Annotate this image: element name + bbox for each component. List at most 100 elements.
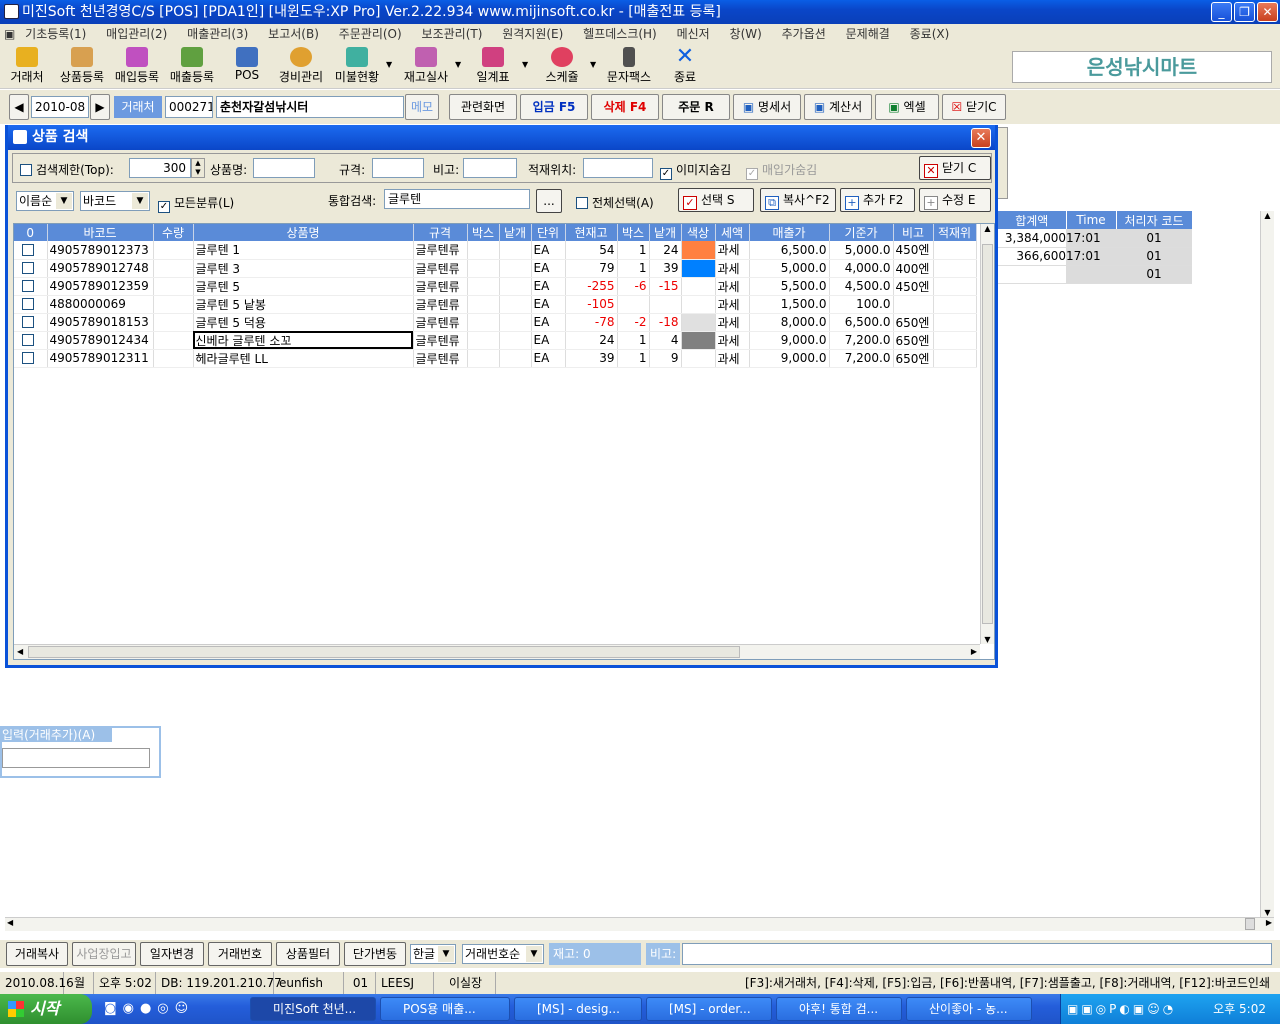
- order-button[interactable]: 주문 R: [662, 94, 730, 120]
- close-sheet-button[interactable]: ☒ 닫기C: [942, 94, 1006, 120]
- table-row[interactable]: 4905789018153 글루텐 5 덕용 글루텐류 EA -78 -2 -18 과세 8,0…: [14, 313, 977, 332]
- table-row[interactable]: 366,600 17:01 01: [998, 247, 1192, 266]
- copy-button[interactable]: ⧉ 복사^F2: [760, 188, 836, 212]
- scroll-down-icon[interactable]: ▼: [981, 635, 994, 644]
- toolbar-purchase[interactable]: 매입등록: [112, 47, 162, 85]
- start-button[interactable]: 시작: [0, 994, 92, 1024]
- table-row[interactable]: 4905789012748 글루텐 3 글루텐류 EA 79 1 39 과세 5,000.0 4,…: [14, 259, 977, 278]
- row-checkbox[interactable]: [14, 331, 48, 350]
- menu-sales[interactable]: 매출관리(3): [187, 24, 248, 45]
- task-ms-design[interactable]: [MS] - desig...: [514, 997, 642, 1021]
- col-header[interactable]: 비고: [893, 224, 934, 241]
- related-screen-button[interactable]: 관련화면: [449, 94, 517, 120]
- statement-button[interactable]: ▣ 명세서: [733, 94, 801, 120]
- chevron-down-icon[interactable]: ▼: [526, 946, 542, 962]
- branch-receive-button[interactable]: 사업장입고: [72, 942, 136, 966]
- col-header[interactable]: 0: [14, 224, 48, 241]
- table-row[interactable]: 3,384,000 17:01 01: [998, 229, 1192, 248]
- checkbox[interactable]: [576, 197, 588, 209]
- product-name-field[interactable]: [253, 158, 315, 178]
- barcode-select[interactable]: 바코드 ▼: [80, 191, 150, 211]
- col-header[interactable]: 적재위: [933, 224, 977, 241]
- search-limit-field[interactable]: 300: [129, 158, 191, 178]
- grid-vertical-scrollbar[interactable]: ▲ ▼: [980, 224, 994, 644]
- scroll-left-icon[interactable]: ◀: [17, 647, 23, 656]
- checkbox[interactable]: [22, 298, 35, 310]
- col-header[interactable]: 박스: [467, 224, 500, 241]
- table-row[interactable]: 4905789012434 신베라 글루텐 소꼬 글루텐류 EA 24 1 4 과세 9,000…: [14, 331, 977, 350]
- deposit-button[interactable]: 입금 F5: [520, 94, 588, 120]
- menu-purchase[interactable]: 매입관리(2): [106, 24, 167, 45]
- toolbar-inventory[interactable]: 재고실사: [400, 47, 452, 85]
- copy-transaction-button[interactable]: 거래복사: [6, 942, 68, 966]
- spec-field[interactable]: [372, 158, 424, 178]
- dialog-close-c-button[interactable]: ✕ 닫기 C: [919, 156, 991, 180]
- dialog-close-button[interactable]: ✕: [971, 128, 991, 148]
- all-category-checkbox[interactable]: 모든분류(L): [158, 194, 234, 213]
- close-button[interactable]: ✕: [1257, 2, 1278, 22]
- excel-button[interactable]: ▣ 엑셀: [875, 94, 939, 120]
- col-header[interactable]: 바코드: [47, 224, 154, 241]
- table-row[interactable]: 4880000069 글루텐 5 낱봉 글루텐류 EA -105 과세 1,500.0 100…: [14, 295, 977, 314]
- dropdown-arrow-icon[interactable]: ▼: [522, 60, 528, 69]
- transaction-no-button[interactable]: 거래번호: [208, 942, 272, 966]
- menu-troubleshoot[interactable]: 문제해결: [846, 24, 890, 45]
- product-filter-button[interactable]: 상품필터: [276, 942, 340, 966]
- quick-launch-icons[interactable]: ◙◉●◎☺: [104, 1001, 194, 1016]
- menu-remote[interactable]: 원격지원(E): [502, 24, 563, 45]
- col-header[interactable]: 낱개: [499, 224, 532, 241]
- note-field[interactable]: [463, 158, 517, 178]
- task-pos-sales[interactable]: POS용 매출...: [380, 997, 510, 1021]
- menu-options[interactable]: 추가옵션: [782, 24, 826, 45]
- price-change-button[interactable]: 단가변동: [344, 942, 406, 966]
- toolbar-product[interactable]: 상품등록: [56, 47, 108, 85]
- main-vertical-scrollbar[interactable]: ▲ ▼: [1260, 211, 1274, 917]
- grid-horizontal-scrollbar[interactable]: ◀ ▶: [14, 644, 980, 659]
- toolbar-daily[interactable]: 일계표: [472, 47, 514, 85]
- menu-helpdesk[interactable]: 헬프데스크(H): [583, 24, 657, 45]
- toolbar-unpaid[interactable]: 미불현황: [331, 47, 383, 85]
- row-checkbox[interactable]: [14, 259, 48, 278]
- menu-report[interactable]: 보고서(B): [268, 24, 319, 45]
- menu-messenger[interactable]: 메신저: [677, 24, 710, 45]
- toolbar-exit[interactable]: ✕ 종료: [670, 46, 700, 85]
- order-select[interactable]: 거래번호순 ▼: [462, 944, 544, 964]
- spinner-icon[interactable]: ▲ ▼: [191, 158, 205, 178]
- menu-order[interactable]: 주문관리(O): [339, 24, 402, 45]
- memo-button[interactable]: 메모: [405, 94, 439, 120]
- toolbar-expense[interactable]: 경비관리: [276, 47, 326, 85]
- table-row[interactable]: 01: [998, 265, 1192, 284]
- col-header[interactable]: 매출가: [749, 224, 830, 241]
- table-row[interactable]: 4905789012311 헤라글루텐 LL 글루텐류 EA 39 1 9 과세 9,000.0…: [14, 349, 977, 368]
- client-name-field[interactable]: 춘천자갈섬낚시터: [216, 96, 404, 118]
- col-header[interactable]: 박스: [617, 224, 650, 241]
- row-checkbox[interactable]: [14, 313, 48, 332]
- sort-select[interactable]: 이름순 ▼: [16, 191, 74, 211]
- scroll-thumb[interactable]: [1245, 918, 1255, 930]
- scroll-right-icon[interactable]: ▶: [971, 647, 977, 656]
- select-all-checkbox[interactable]: 전체선택(A): [576, 194, 654, 211]
- table-row[interactable]: 4905789012359 글루텐 5 글루텐류 EA -255 -6 -15 과세 5,500…: [14, 277, 977, 296]
- next-month-button[interactable]: ▶: [90, 94, 110, 120]
- scroll-left-icon[interactable]: ◀: [7, 918, 13, 927]
- menu-app-icon[interactable]: ▣: [4, 24, 15, 45]
- chevron-down-icon[interactable]: ▼: [438, 946, 454, 962]
- add-button[interactable]: + 추가 F2: [840, 188, 915, 212]
- scroll-thumb[interactable]: [28, 646, 740, 658]
- client-code-field[interactable]: 000271: [165, 96, 213, 118]
- checkbox[interactable]: [20, 164, 32, 176]
- row-checkbox[interactable]: [14, 349, 48, 368]
- checkbox[interactable]: [22, 352, 35, 364]
- checkbox[interactable]: [22, 334, 35, 346]
- toolbar-schedule[interactable]: 스케쥴: [542, 47, 582, 85]
- minimize-button[interactable]: _: [1211, 2, 1232, 22]
- hide-image-checkbox[interactable]: 이미지숨김: [660, 161, 731, 180]
- entry-input[interactable]: [2, 748, 150, 768]
- menu-aux[interactable]: 보조관리(T): [422, 24, 483, 45]
- edit-button[interactable]: + 수정 E: [919, 188, 991, 212]
- col-header[interactable]: 색상: [681, 224, 716, 241]
- checkbox[interactable]: [22, 262, 35, 274]
- main-horizontal-scrollbar[interactable]: ◀ ▶: [5, 917, 1274, 931]
- scroll-up-icon[interactable]: ▲: [981, 224, 994, 233]
- col-header[interactable]: 낱개: [649, 224, 682, 241]
